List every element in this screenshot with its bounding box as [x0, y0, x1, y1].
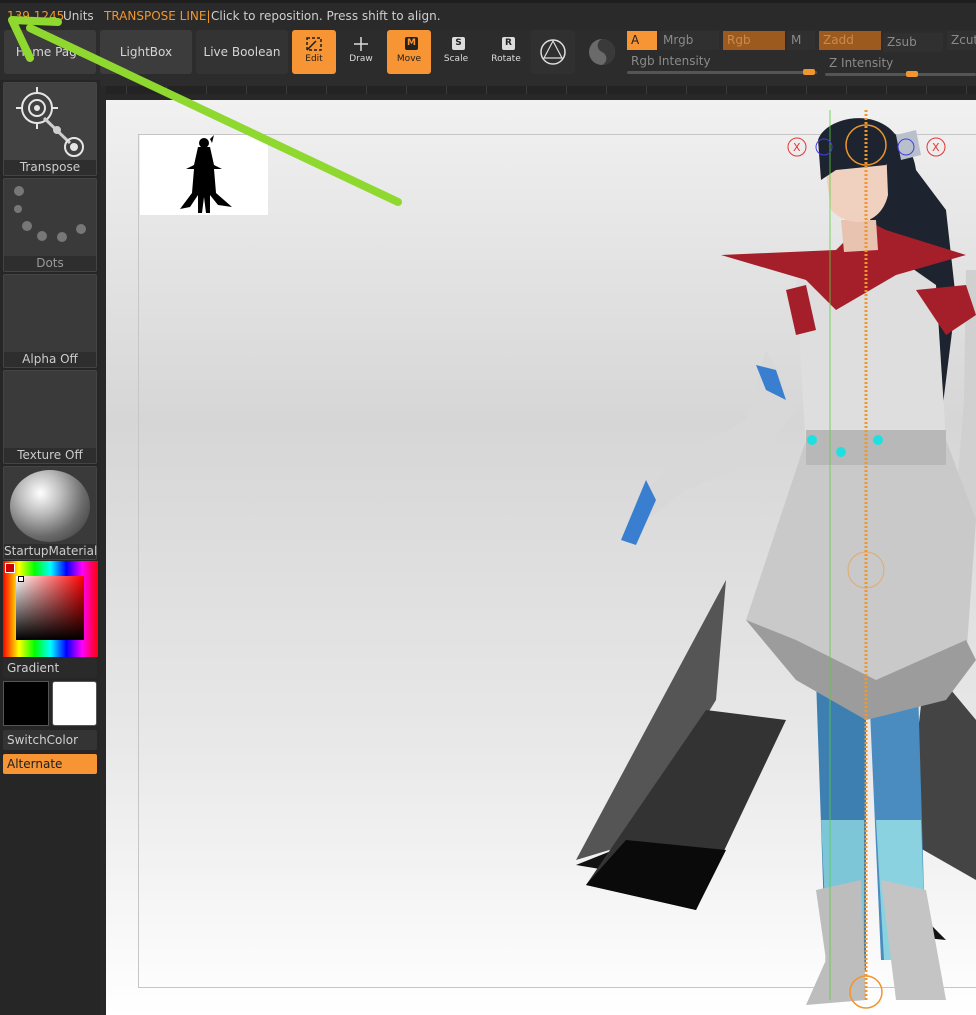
viewport-ruler: [106, 86, 976, 94]
scale-icon: S: [446, 36, 466, 52]
rgb-button[interactable]: Rgb: [723, 31, 785, 50]
scale-button[interactable]: S Scale: [434, 30, 478, 74]
scale-label: Scale: [443, 54, 469, 64]
status-bar: 139.1245 Units TRANSPOSE LINE| Click to …: [0, 0, 976, 30]
character-model[interactable]: X X: [106, 100, 976, 1015]
primary-color-swatch[interactable]: [3, 681, 49, 726]
dots-stroke-tile[interactable]: Dots: [3, 178, 97, 272]
color-marker: [5, 563, 15, 573]
material-tile[interactable]: StartupMaterial: [3, 466, 97, 560]
rgb-intensity-slider[interactable]: [627, 71, 817, 74]
gradient-button[interactable]: Gradient: [3, 658, 97, 678]
mrgb-button[interactable]: Mrgb: [659, 31, 719, 50]
rotate-button[interactable]: R Rotate: [484, 30, 528, 74]
m-button[interactable]: M: [787, 31, 815, 50]
distance-value: 139.1245: [7, 9, 65, 23]
alpha-tile[interactable]: Alpha Off: [3, 274, 97, 368]
z-intensity-knob[interactable]: [906, 71, 918, 77]
texture-label: Texture Off: [4, 448, 96, 463]
switch-color-button[interactable]: SwitchColor: [3, 730, 97, 750]
status-hint: Click to reposition. Press shift to alig…: [211, 9, 441, 23]
rotate-icon: R: [496, 36, 516, 52]
zsub-button[interactable]: Zsub: [883, 33, 943, 52]
live-boolean-button[interactable]: Live Boolean: [196, 30, 288, 74]
move-button[interactable]: M Move: [387, 30, 431, 74]
transpose-mode-label: TRANSPOSE LINE|: [104, 9, 211, 23]
draw-button[interactable]: Draw: [339, 30, 383, 74]
left-shelf: Transpose Dots Alpha Off Texture Off Sta…: [0, 80, 100, 1015]
texture-tile[interactable]: Texture Off: [3, 370, 97, 464]
dots-label: Dots: [4, 256, 96, 271]
draw-label: Draw: [349, 54, 373, 64]
home-page-button[interactable]: Home Page: [4, 30, 96, 74]
z-intensity-slider[interactable]: [825, 73, 976, 76]
rgb-intensity-label: Rgb Intensity: [631, 54, 711, 68]
color-picker[interactable]: [3, 561, 98, 657]
alpha-label: Alpha Off: [4, 352, 96, 367]
a-toggle[interactable]: A: [627, 31, 657, 50]
transpose-brush-tile[interactable]: Transpose: [3, 82, 97, 176]
saturation-marker: [18, 576, 24, 582]
lightbox-button[interactable]: LightBox: [100, 30, 192, 74]
polyframe-icon: [540, 39, 566, 65]
color-saturation-square[interactable]: [16, 576, 84, 640]
top-tab-strip: [0, 0, 976, 3]
gizmo-x-left: X: [793, 141, 801, 154]
top-toolbar: Home Page LightBox Live Boolean Edit Dra…: [0, 30, 976, 86]
zadd-button[interactable]: Zadd: [819, 31, 881, 50]
z-intensity-label: Z Intensity: [829, 56, 894, 70]
polyframe-button[interactable]: [531, 30, 575, 74]
edit-icon: [304, 36, 324, 52]
rotate-label: Rotate: [491, 54, 521, 64]
alternate-button[interactable]: Alternate: [3, 754, 97, 774]
material-sphere-icon: [10, 470, 90, 542]
edit-button[interactable]: Edit: [292, 30, 336, 74]
draw-icon: [351, 36, 371, 52]
dots-stroke-icon: [14, 186, 86, 242]
transpose-icon: [16, 87, 84, 157]
gizmo-x-right: X: [932, 141, 940, 154]
dynamic-button[interactable]: [580, 30, 624, 74]
edit-label: Edit: [305, 54, 323, 64]
dynamic-icon: [589, 39, 615, 65]
document-viewport[interactable]: X X: [106, 100, 976, 1015]
rgb-intensity-knob[interactable]: [803, 69, 815, 75]
move-icon: M: [399, 36, 419, 52]
move-label: Move: [396, 54, 422, 64]
distance-unit: Units: [63, 9, 94, 23]
zcut-button[interactable]: Zcut: [947, 31, 976, 50]
transpose-label: Transpose: [4, 160, 96, 175]
material-label: StartupMaterial: [4, 544, 98, 559]
secondary-color-swatch[interactable]: [52, 681, 97, 726]
